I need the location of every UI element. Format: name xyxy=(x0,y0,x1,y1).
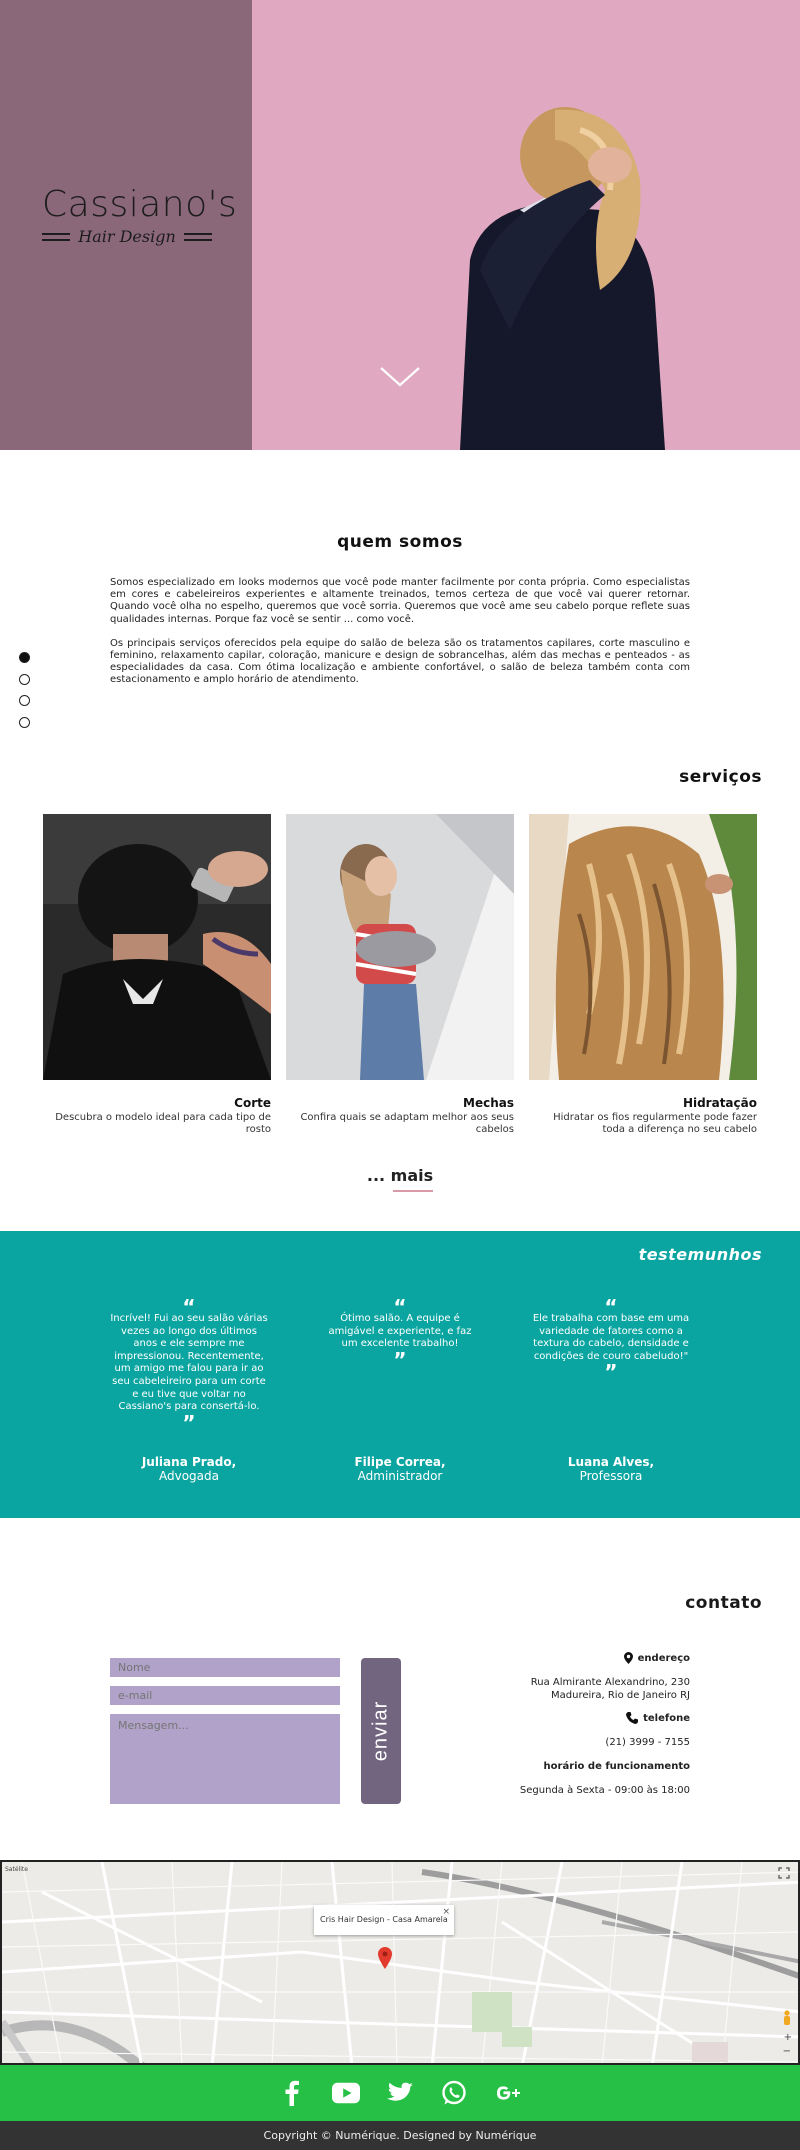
testimonial-quote: “ Incrível! Fui ao seu salão várias veze… xyxy=(109,1295,269,1435)
services-title: serviços xyxy=(679,767,762,787)
open-quote-icon: “ xyxy=(182,1295,196,1319)
youtube-icon[interactable] xyxy=(332,2079,360,2107)
testimonials-section: testemunhos “ Incrível! Fui ao seu salão… xyxy=(0,1231,800,1518)
testimonial-quote: “ Ele trabalha com base em uma variedade… xyxy=(531,1295,691,1385)
testimonial-text: Incrível! Fui ao seu salão várias vezes … xyxy=(110,1313,268,1413)
author-role: Advogada xyxy=(159,1469,219,1483)
section-dot-nav xyxy=(19,652,31,738)
logo-tagline-row: Hair Design xyxy=(42,227,212,246)
dot-nav-item-1[interactable] xyxy=(19,652,30,663)
author-name: Juliana Prado, xyxy=(141,1455,237,1469)
more-services-link[interactable]: ... mais xyxy=(0,1166,800,1185)
map-type-label[interactable]: Satélite xyxy=(5,1866,28,1873)
about-paragraph: Os principais serviços oferecidos pela e… xyxy=(110,637,690,686)
contact-info: endereço Rua Almirante Alexandrino, 230 … xyxy=(470,1652,690,1797)
address-line: Madureira, Rio de Janeiro RJ xyxy=(551,1690,690,1701)
twitter-icon[interactable] xyxy=(386,2079,414,2107)
phone-icon xyxy=(626,1712,639,1724)
logo-name: Cassiano's xyxy=(42,184,238,225)
dot-nav-item-2[interactable] xyxy=(19,673,30,685)
service-name: Hidratação xyxy=(682,1096,757,1110)
logo-tagline: Hair Design xyxy=(78,227,176,246)
service-description: Hidratar os fios regularmente pode fazer… xyxy=(553,1112,757,1135)
testimonials-title: testemunhos xyxy=(638,1245,762,1264)
email-input[interactable] xyxy=(110,1686,340,1705)
service-description: Descubra o modelo ideal para cada tipo d… xyxy=(55,1112,271,1135)
map-popup-close-icon[interactable]: × xyxy=(442,1907,450,1917)
facebook-icon[interactable] xyxy=(278,2079,306,2107)
address-heading: endereço xyxy=(470,1652,690,1664)
send-button-label: enviar xyxy=(369,1700,392,1762)
zoom-out-button[interactable]: − xyxy=(783,2046,791,2057)
service-description: Confira quais se adaptam melhor aos seus… xyxy=(300,1112,514,1135)
service-card-hidratacao[interactable]: Hidratação Hidratar os fios regularmente… xyxy=(529,814,757,1136)
service-name: Corte xyxy=(234,1096,271,1110)
contact-title: contato xyxy=(685,1593,762,1613)
close-quote-icon: ” xyxy=(182,1410,196,1435)
hero-section: Cassiano's Hair Design xyxy=(0,0,800,450)
address-line: Rua Almirante Alexandrino, 230 xyxy=(530,1677,690,1688)
service-image-hidratacao xyxy=(529,814,757,1080)
hero-brand-panel: Cassiano's Hair Design xyxy=(0,0,252,450)
about-title: quem somos xyxy=(337,532,463,552)
zoom-in-button[interactable]: + xyxy=(784,2032,792,2043)
pegman-icon[interactable] xyxy=(782,2010,792,2026)
location-map[interactable]: Satélite Cris Hair Design - Casa Amarela… xyxy=(0,1860,800,2065)
author-role: Professora xyxy=(579,1469,643,1483)
dot-nav-item-3[interactable] xyxy=(19,695,30,706)
service-card-corte[interactable]: Corte Descubra o modelo ideal para cada … xyxy=(43,814,271,1136)
testimonial-text: Ele trabalha com base em uma variedade d… xyxy=(532,1313,690,1362)
phone-number[interactable]: (21) 3999 - 7155 xyxy=(470,1736,690,1749)
map-pin-icon xyxy=(623,1652,633,1664)
phone-label: telefone xyxy=(643,1712,690,1724)
hours-label: horário de funcionamento xyxy=(543,1761,690,1772)
testimonial-author: Juliana Prado, Advogada xyxy=(99,1455,279,1483)
whatsapp-icon[interactable] xyxy=(440,2079,468,2107)
hero-model-photo xyxy=(460,107,665,450)
address-label: endereço xyxy=(637,1652,690,1664)
testimonial-quote: “ Ótimo salão. A equipe é amigável e exp… xyxy=(320,1295,480,1372)
phone-heading: telefone xyxy=(470,1712,690,1724)
dot-nav-item-4[interactable] xyxy=(19,716,30,728)
service-image-corte xyxy=(43,814,271,1080)
testimonial-text: Ótimo salão. A equipe é amigável e exper… xyxy=(328,1313,472,1350)
testimonial-author: Filipe Correa, Administrador xyxy=(310,1455,490,1483)
map-roads xyxy=(2,1862,798,2063)
opening-hours: Segunda à Sexta - 09:00 às 18:00 xyxy=(519,1785,690,1796)
map-info-popup: Cris Hair Design - Casa Amarela × xyxy=(314,1905,454,1935)
testimonial-author: Luana Alves, Professora xyxy=(521,1455,701,1483)
logo[interactable]: Cassiano's Hair Design xyxy=(42,184,238,247)
about-paragraph: Somos especializado em looks modernos qu… xyxy=(110,577,690,625)
service-name: Mechas xyxy=(463,1096,514,1110)
author-name: Luana Alves, xyxy=(567,1455,655,1469)
google-plus-icon[interactable] xyxy=(494,2079,522,2107)
logo-divider-left xyxy=(42,232,71,241)
name-input[interactable] xyxy=(110,1658,340,1677)
send-button[interactable]: enviar xyxy=(361,1658,401,1804)
open-quote-icon: “ xyxy=(604,1295,618,1319)
social-bar xyxy=(0,2065,800,2121)
author-name: Filipe Correa, xyxy=(354,1455,446,1469)
author-role: Administrador xyxy=(357,1469,443,1483)
logo-divider-right xyxy=(183,232,212,241)
service-card-mechas[interactable]: Mechas Confira quais se adaptam melhor a… xyxy=(286,814,514,1136)
fullscreen-icon[interactable] xyxy=(778,1867,790,1879)
open-quote-icon: “ xyxy=(393,1295,407,1319)
close-quote-icon: ” xyxy=(604,1360,618,1385)
about-text: Somos especializado em looks modernos qu… xyxy=(110,577,690,699)
footer-copyright: Copyright © Numérique. Designed by Numér… xyxy=(0,2121,800,2150)
map-popup-title: Cris Hair Design - Casa Amarela xyxy=(320,1915,448,1924)
service-image-mechas xyxy=(286,814,514,1080)
more-link-underline xyxy=(393,1190,433,1192)
close-quote-icon: ” xyxy=(393,1347,407,1372)
message-input[interactable] xyxy=(110,1714,340,1804)
map-marker-icon[interactable] xyxy=(378,1947,392,1969)
chevron-down-icon[interactable] xyxy=(378,365,422,389)
